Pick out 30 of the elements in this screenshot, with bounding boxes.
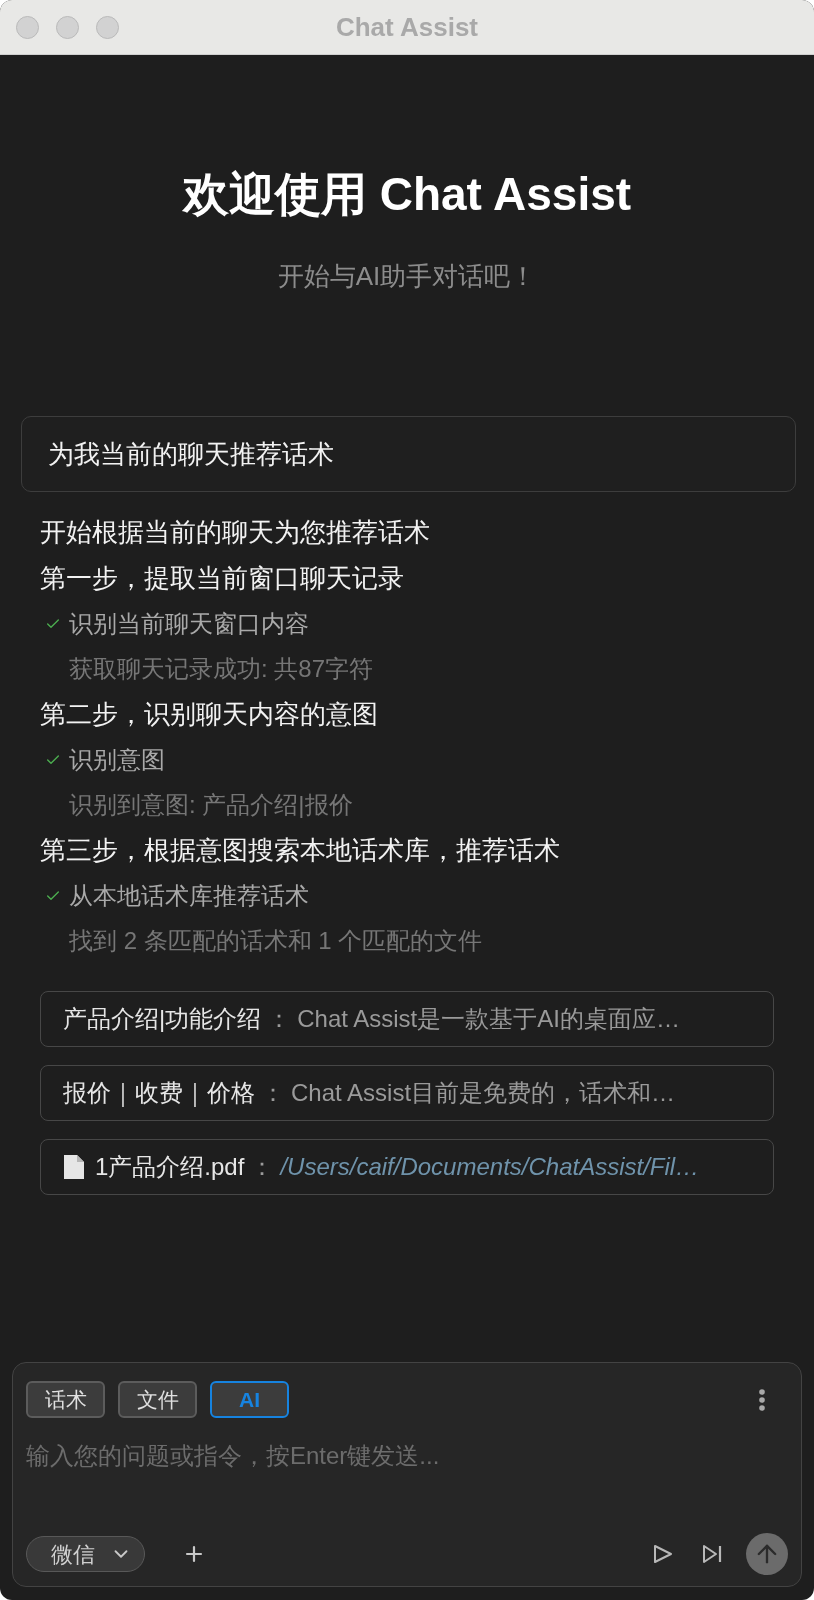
more-button[interactable] [759, 1388, 765, 1411]
message-input[interactable]: 输入您的问题或指令，按Enter键发送... [26, 1439, 788, 1533]
mode-tab[interactable]: 文件 [118, 1381, 197, 1418]
step-heading: 第一步，提取当前窗口聊天记录 [40, 562, 404, 595]
window-title: Chat Assist [335, 11, 479, 43]
task-label: 从本地话术库推荐话术 [69, 880, 309, 911]
task-label: 识别当前聊天窗口内容 [69, 608, 309, 639]
user-message: 为我当前的聊天推荐话术 [21, 416, 796, 492]
task-result: 识别到意图: 产品介绍|报价 [69, 789, 353, 820]
channel-select[interactable]: 微信 [26, 1536, 145, 1572]
script-card[interactable]: 产品介绍|功能介绍 ： Chat Assist是一款基于AI的桌面应… [40, 991, 774, 1047]
play-button[interactable] [653, 1544, 673, 1564]
file-icon [63, 1154, 85, 1180]
step-heading: 开始根据当前的聊天为您推荐话术 [40, 516, 430, 549]
script-card[interactable]: 报价｜收费｜价格 ： Chat Assist目前是免费的，话术和… [40, 1065, 774, 1121]
file-card[interactable]: 1产品介绍.pdf ： /Users/caif/Documents/ChatAssist/Fil… [40, 1139, 774, 1195]
mode-tab[interactable]: 话术 [26, 1381, 105, 1418]
step-heading: 第三步，根据意图搜索本地话术库，推荐话术 [40, 834, 560, 867]
welcome-subtitle: 开始与AI助手对话吧！ [277, 260, 537, 293]
send-button[interactable] [746, 1533, 788, 1575]
skip-forward-icon [702, 1544, 722, 1564]
more-icon [759, 1388, 765, 1411]
task-result: 获取聊天记录成功: 共87字符 [69, 653, 374, 684]
task-result: 找到 2 条匹配的话术和 1 个匹配的文件 [69, 925, 483, 956]
message-composer[interactable]: 话术 文件 AI 输入您的问题或指令，按Enter键发送... 微信 [12, 1362, 802, 1587]
play-icon [653, 1544, 673, 1564]
skip-button[interactable] [702, 1544, 722, 1564]
step-heading: 第二步，识别聊天内容的意图 [40, 698, 378, 731]
task-label: 识别意图 [69, 744, 165, 775]
welcome-title: 欢迎使用 Chat Assist [182, 167, 632, 222]
